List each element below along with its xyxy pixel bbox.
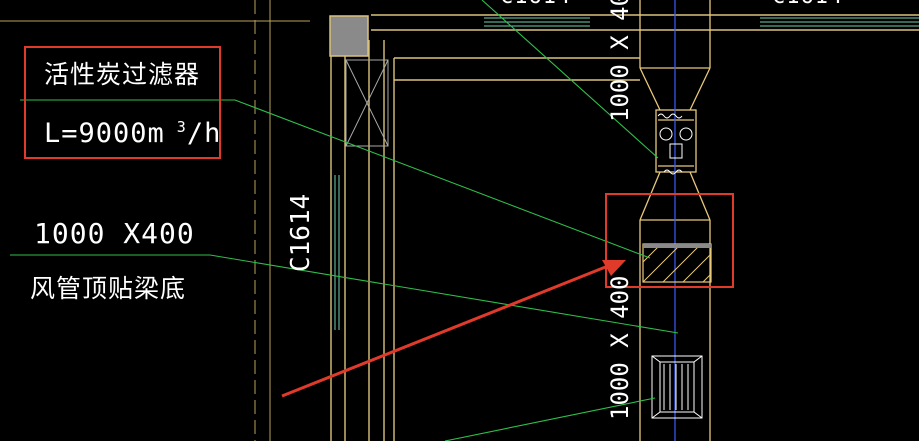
duct-size-label: 1000 X400: [34, 217, 195, 250]
column-block: [329, 15, 369, 57]
airflow-prefix: L=9000m: [44, 118, 165, 149]
filter-highlight-frame: [605, 193, 734, 288]
damper-icon: [651, 355, 703, 419]
vertical-duct-mid-label: 1000 X 400: [606, 275, 634, 421]
airflow-label: L=9000m 3/h: [44, 118, 222, 149]
vertical-duct-top-label: 1000 X 40: [606, 0, 634, 122]
airflow-superscript: 3: [176, 118, 187, 136]
highlight-arrow: [281, 260, 626, 398]
filter-name-label: 活性炭过滤器: [44, 60, 201, 89]
shaft-box: [345, 59, 389, 147]
top-code-right: C1614: [772, 0, 843, 8]
window-code-label: C1614: [286, 193, 316, 272]
duct-note-label: 风管顶贴梁底: [30, 274, 187, 303]
airflow-suffix: /h: [186, 118, 222, 149]
top-code-left: C1614: [500, 0, 571, 8]
